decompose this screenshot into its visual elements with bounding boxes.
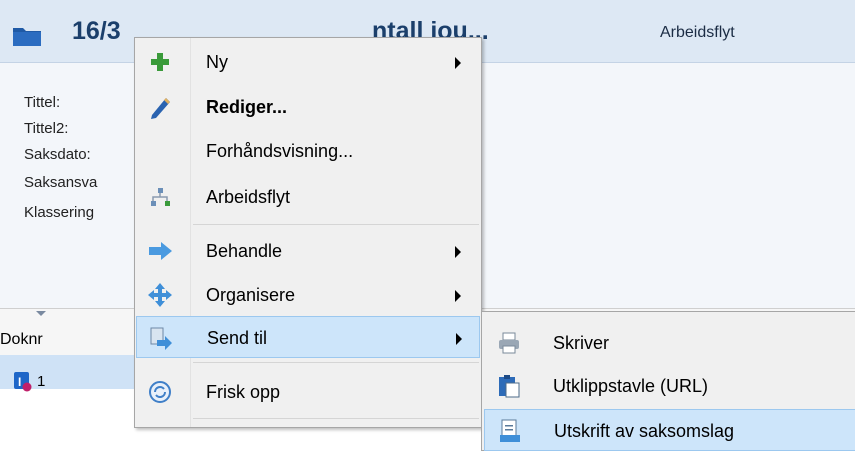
workflow-label[interactable]: Arbeidsflyt — [660, 24, 735, 42]
workflow-icon — [151, 188, 170, 206]
menu-item-send-til[interactable]: Send til — [136, 316, 480, 358]
refresh-icon — [149, 381, 171, 403]
submenu-arrow-icon — [455, 290, 461, 302]
move-cross-icon — [148, 283, 172, 307]
submenu-arrow-icon — [456, 333, 462, 345]
submenu-item-label: Utklippstavle (URL) — [553, 376, 709, 396]
submenu-item-label: Skriver — [553, 333, 610, 353]
context-menu: Ny Rediger... Forhåndsvisning... Arbeids… — [134, 37, 482, 428]
pencil-icon — [151, 98, 170, 119]
menu-item-label: Rediger... — [206, 97, 288, 117]
menu-item-frisk-opp[interactable]: Frisk opp — [136, 371, 480, 413]
send-to-submenu: Skriver Utklippstavle (URL) Utskrift av … — [481, 311, 855, 451]
field-tittel2: Tittel2: — [24, 120, 69, 137]
case-title-visible-start: 16/3 — [72, 17, 121, 45]
submenu-item-label: Utskrift av saksomslag — [554, 421, 735, 441]
printer-icon — [499, 332, 519, 354]
menu-item-label: Send til — [207, 328, 268, 348]
green-plus-icon — [151, 53, 169, 71]
submenu-item-skriver[interactable]: Skriver — [484, 322, 855, 364]
submenu-item-utskrift-saksomslag[interactable]: Utskrift av saksomslag — [484, 409, 855, 451]
blue-arrow-icon — [149, 242, 172, 260]
menu-separator — [193, 224, 479, 225]
send-to-icon — [150, 327, 172, 350]
menu-item-label: Ny — [206, 52, 228, 72]
submenu-item-utklippstavle[interactable]: Utklippstavle (URL) — [484, 365, 855, 407]
submenu-arrow-icon — [455, 57, 461, 69]
row-doknr-value: 1 — [37, 373, 46, 390]
menu-item-label: Behandle — [206, 241, 283, 261]
menu-item-label: Arbeidsflyt — [206, 187, 291, 207]
menu-separator — [193, 362, 479, 363]
folder-icon — [13, 28, 41, 46]
document-type-icon: I — [14, 372, 32, 392]
clipboard-icon — [499, 375, 520, 398]
submenu-arrow-icon — [455, 246, 461, 258]
field-saksansvarlig: Saksansva — [24, 174, 98, 191]
menu-item-label: Frisk opp — [206, 382, 281, 402]
menu-item-label: Forhåndsvisning... — [206, 141, 354, 161]
field-tittel: Tittel: — [24, 94, 61, 111]
menu-item-behandle[interactable]: Behandle — [136, 230, 480, 272]
menu-separator — [193, 418, 479, 419]
case-title: 16/3 ntall jou... — [72, 17, 489, 46]
field-saksdato: Saksdato: — [24, 146, 91, 163]
document-print-icon — [500, 419, 520, 442]
sort-arrow-icon — [36, 311, 46, 316]
column-header-doknr[interactable]: Doknr — [0, 331, 43, 349]
field-klassering: Klassering — [24, 204, 95, 221]
menu-item-forhandsvisning[interactable]: Forhåndsvisning... — [136, 130, 480, 172]
menu-item-label: Organisere — [206, 285, 296, 305]
svg-text:I: I — [18, 375, 21, 389]
menu-item-rediger[interactable]: Rediger... — [136, 86, 480, 128]
menu-item-ny[interactable]: Ny — [136, 41, 480, 83]
menu-item-arbeidsflyt[interactable]: Arbeidsflyt — [136, 176, 480, 218]
menu-item-organisere[interactable]: Organisere — [136, 274, 480, 316]
